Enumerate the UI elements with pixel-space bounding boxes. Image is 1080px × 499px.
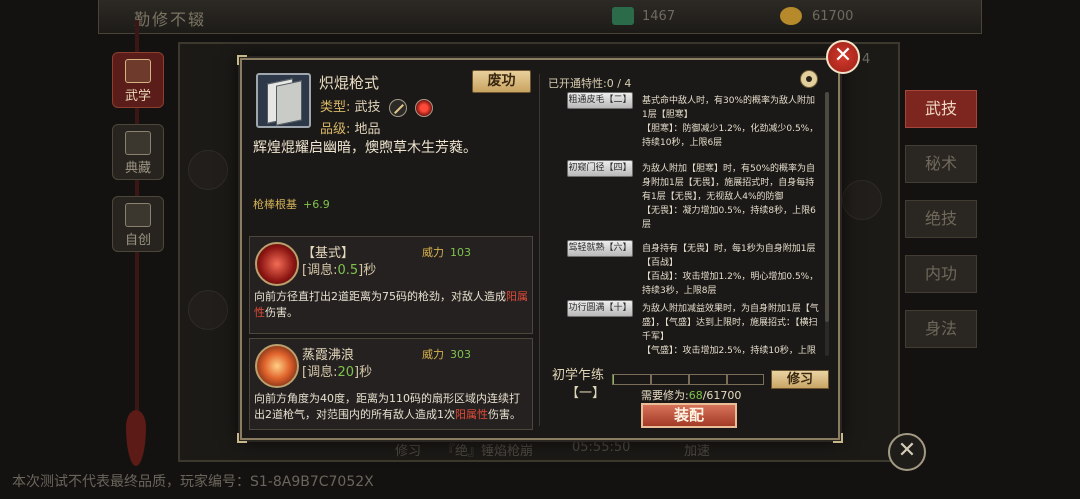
skill-type-row: 类型: 武技: [320, 96, 433, 117]
trait-description: 为敌人附加【胆寒】时，有50%的概率为自身附加1层【无畏】，施展招式时，自身每持…: [642, 164, 816, 230]
traits-list[interactable]: 粗通皮毛【二】 基式命中敌人时，有30%的概率为敌人附加1层【胆寒】 【胆寒】：…: [546, 92, 826, 356]
frame-corner: [237, 55, 247, 65]
right-tab-secret[interactable]: 秘术: [905, 145, 977, 183]
cultivation-requirement: 需要修为:68/61700: [641, 389, 742, 402]
right-tab-inner[interactable]: 内功: [905, 255, 977, 293]
stage-label: 初学乍练: [552, 368, 605, 383]
bonus-value: +6.9: [303, 198, 330, 211]
grade-value: 地品: [354, 122, 381, 137]
move-description: 向前方径直打出2道距离为75码的枪劲，对敌人造成阳属性伤害。: [254, 290, 528, 319]
trait-tag[interactable]: 粗通皮毛【二】: [567, 92, 633, 109]
trait-description: 为敌人附加减益效果时，为自身附加1层【气盛】，【气盛】达到上限时，施展招式：【横…: [642, 304, 819, 356]
close-button[interactable]: ✕: [826, 40, 860, 74]
move-power: 威力 303: [422, 348, 471, 361]
skill-name: 炽焜枪式: [319, 74, 380, 92]
move-description: 向前方角度为40度，距离为110码的扇形区域内连续打出2道枪气，对范围内的所有敌…: [254, 392, 521, 421]
trait-description: 基式命中敌人时，有30%的概率为敌人附加1层【胆寒】 【胆寒】：防御减少1.2%…: [642, 96, 819, 148]
fire-element-icon: [414, 98, 433, 117]
traits-scrollbar[interactable]: [825, 92, 829, 322]
traits-header: 已开通特性:0 / 4: [548, 77, 632, 90]
scroll-icon: [125, 131, 151, 155]
right-tab-movement[interactable]: 身法: [905, 310, 977, 348]
right-tab-ultimate[interactable]: 绝技: [905, 200, 977, 238]
coin-currency-value: 61700: [812, 9, 854, 24]
right-tab-skill[interactable]: 武技: [905, 90, 977, 128]
trait-tag[interactable]: 初窥门径【四】: [567, 160, 633, 177]
skill-motto: 辉煌焜耀启幽暗，燠煦草木生芳蕤。: [253, 140, 477, 156]
blazing-wave-icon: [255, 344, 299, 388]
frame-corner: [833, 433, 843, 443]
bg-skill-slot: [188, 290, 228, 330]
move-card: 蒸霞沸浪 威力 303 [调息:20]秒 向前方角度为40度，距离为110码的扇形…: [249, 338, 533, 430]
side-tab-collection[interactable]: 典藏: [112, 124, 164, 180]
practice-button[interactable]: 修习: [771, 370, 829, 389]
type-value: 武技: [354, 100, 381, 115]
cultivation-progress-bar: [612, 374, 764, 385]
footer-note: 本次测试不代表最终品质，玩家编号：S1-8A9B7C7052X: [12, 474, 374, 490]
side-tab-martial[interactable]: 武学: [112, 52, 164, 108]
spear-icon: [388, 98, 407, 117]
stage-number: 【一】: [566, 386, 606, 401]
trait-description: 自身持有【无畏】时，每1秒为自身附加1层【百战】 【百战】：攻击增加1.2%，明…: [642, 244, 819, 296]
spear-thrust-icon: [255, 242, 299, 286]
skill-book-icon: [256, 73, 311, 128]
frame-corner: [237, 433, 247, 443]
move-cooldown: [调息:20]秒: [302, 365, 373, 380]
side-tab-create[interactable]: 自创: [112, 196, 164, 252]
jade-currency-value: 1467: [642, 9, 676, 24]
trait-item: 初窥门径【四】 为敌人附加【胆寒】时，有50%的概率为自身附加1层【无畏】，施展…: [546, 160, 826, 240]
trait-item: 粗通皮毛【二】 基式命中敌人时，有30%的概率为敌人附加1层【胆寒】 【胆寒】：…: [546, 92, 826, 160]
trait-tag[interactable]: 驾轻就熟【六】: [567, 240, 633, 257]
jade-currency-icon: [612, 7, 634, 25]
trait-tag[interactable]: 功行圆满【十】: [567, 300, 633, 317]
corner-count: 4: [862, 52, 871, 67]
column-divider: [539, 74, 540, 426]
abolish-skill-button[interactable]: 废功: [472, 70, 531, 93]
grade-label: 品级:: [320, 122, 351, 137]
bg-skill-slot: [842, 180, 882, 220]
equip-button[interactable]: 装配: [641, 403, 737, 428]
foundation-bonus: 枪棒根基 +6.9: [253, 196, 330, 212]
type-label: 类型:: [320, 100, 351, 115]
bottom-skill-name: 『绝』锤焰枪崩: [442, 444, 534, 459]
tassel-decoration: [126, 410, 146, 466]
move-cooldown: [调息:0.5]秒: [302, 263, 377, 278]
bg-skill-slot: [188, 150, 228, 190]
bottom-timer: 05:55:50: [572, 440, 631, 455]
move-card: 【基式】 威力 103 [调息:0.5]秒 向前方径直打出2道距离为75码的枪劲，…: [249, 236, 533, 334]
skill-grade-row: 品级: 地品: [320, 118, 381, 137]
move-power: 威力 103: [422, 246, 471, 259]
bottom-practice-label: 修习: [395, 444, 422, 459]
trait-item: 驾轻就熟【六】 自身持有【无畏】时，每1秒为自身附加1层【百战】 【百战】：攻击…: [546, 240, 826, 300]
eye-icon[interactable]: [800, 70, 818, 88]
background-close-button[interactable]: ✕: [888, 433, 926, 471]
bottom-speedup: 加速: [684, 444, 711, 459]
quill-icon: [125, 203, 151, 227]
trait-item: 功行圆满【十】 为敌人附加减益效果时，为自身附加1层【气盛】，【气盛】达到上限时…: [546, 300, 826, 356]
martial-icon: [125, 59, 151, 83]
screen-title: 勤修不辍: [134, 10, 207, 29]
coin-currency-icon: [780, 7, 802, 25]
bonus-label: 枪棒根基: [253, 198, 297, 211]
